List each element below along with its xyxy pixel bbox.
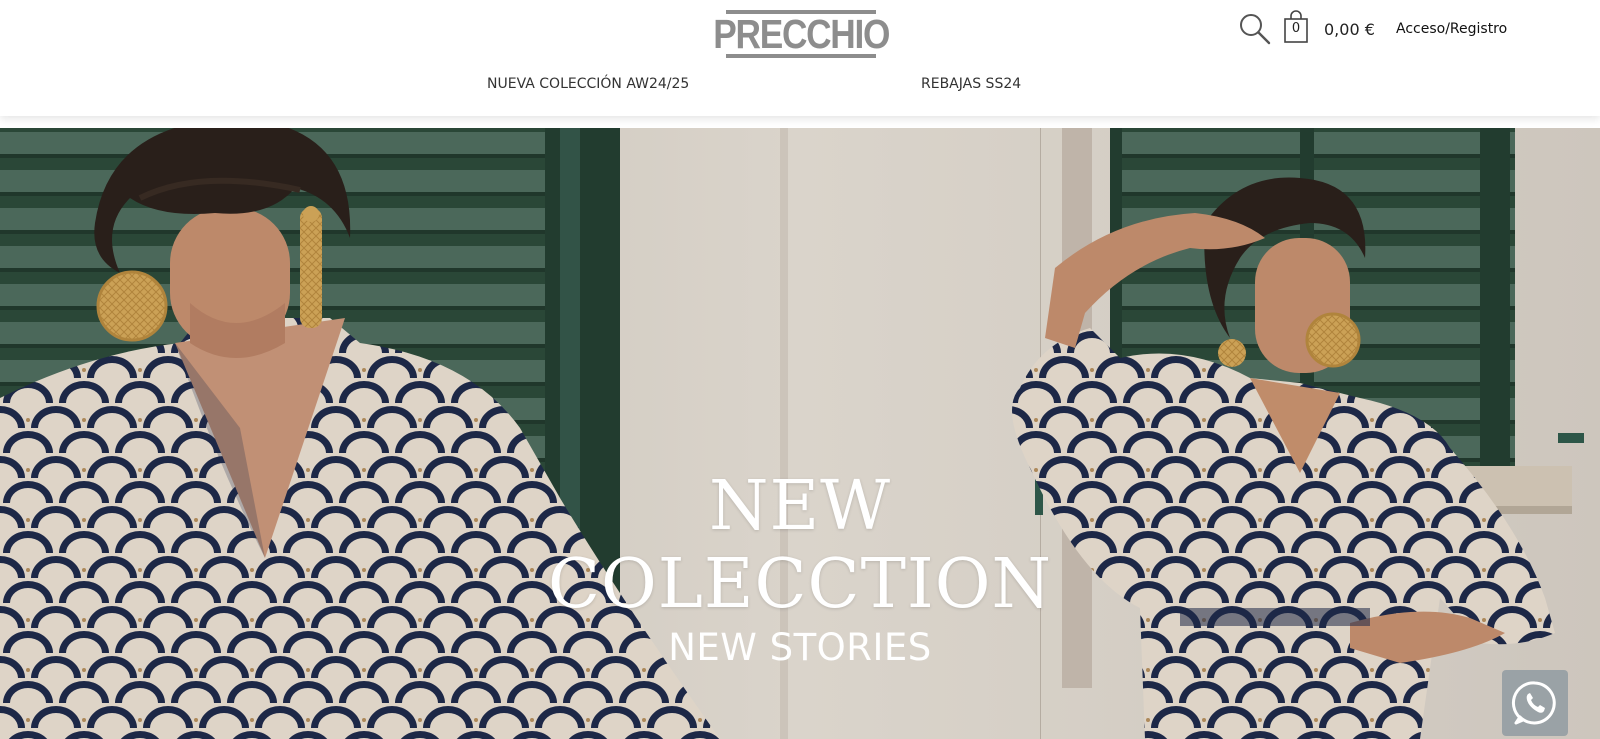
cart-button[interactable]: 0 — [1283, 10, 1309, 44]
site-header: PRECCHIO 0 0,00 € Acceso/Registro NUEVA … — [0, 0, 1600, 116]
login-register-link[interactable]: Acceso/Registro — [1396, 21, 1507, 37]
nav-item-sales[interactable]: REBAJAS SS24 — [921, 76, 1021, 92]
search-icon — [1240, 14, 1271, 45]
logo-text: PRECCHIO — [713, 11, 890, 57]
hero-text-block: NEW COLECCTION NEW STORIES — [0, 467, 1600, 670]
nav-item-new-collection[interactable]: NUEVA COLECCIÓN AW24/25 — [487, 76, 689, 92]
cart-count: 0 — [1291, 21, 1301, 36]
hero-subtitle: NEW STORIES — [668, 626, 932, 669]
cart-total[interactable]: 0,00 € — [1324, 20, 1375, 39]
hero-title: NEW COLECCTION — [547, 467, 1053, 624]
hero-banner[interactable]: NEW COLECCTION NEW STORIES — [0, 128, 1600, 739]
brand-logo[interactable]: PRECCHIO — [713, 10, 890, 58]
search-button[interactable] — [1238, 12, 1272, 46]
whatsapp-icon — [1511, 681, 1556, 725]
whatsapp-button[interactable] — [1502, 670, 1568, 736]
